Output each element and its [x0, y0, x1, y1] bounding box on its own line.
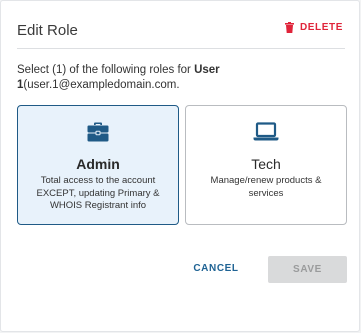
save-button[interactable]: SAVE [268, 256, 347, 283]
role-name-tech: Tech [251, 156, 281, 172]
briefcase-icon [87, 122, 109, 142]
trash-icon [284, 22, 294, 33]
cancel-button[interactable]: CANCEL [187, 263, 245, 274]
laptop-icon [253, 122, 279, 141]
role-description-admin: Total access to the account EXCEPT, upda… [36, 175, 160, 211]
dialog-header: Edit Role DELETE [17, 1, 345, 49]
role-description-tech: Manage/renew products & services [210, 175, 322, 199]
delete-label: DELETE [299, 22, 343, 33]
role-card-admin[interactable]: Admin Total access to the account EXCEPT… [17, 105, 179, 225]
dialog-title: Edit Role [17, 22, 78, 39]
instructions-prefix: Select (1) of the following roles for [17, 64, 195, 76]
role-card-tech[interactable]: Tech Manage/renew products & services [185, 105, 347, 225]
user-email: (user.1@exampledomain.com. [23, 79, 180, 91]
role-name-admin: Admin [76, 156, 120, 172]
save-label: SAVE [293, 264, 322, 275]
edit-role-dialog: Edit Role DELETE Select (1) of the follo… [0, 0, 360, 332]
delete-button[interactable]: DELETE [284, 22, 343, 33]
instructions-text: Select (1) of the following roles for Us… [17, 63, 337, 93]
